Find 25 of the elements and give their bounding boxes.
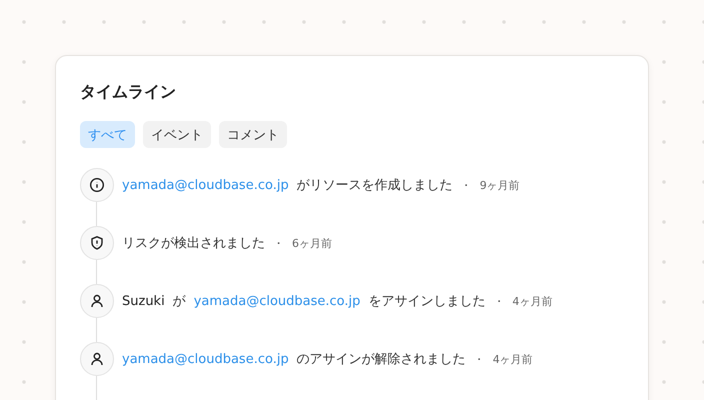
event-time: 9ヶ月前 [480, 178, 520, 192]
card-title: タイムライン [80, 81, 177, 103]
shield-icon [89, 235, 105, 251]
separator: ・ [493, 294, 504, 308]
event-text: のアサインが解除されました [296, 351, 466, 368]
user-link[interactable]: yamada@cloudbase.co.jp [122, 352, 289, 366]
event-text: をアサインしました [368, 293, 486, 310]
separator: ・ [273, 236, 284, 250]
event-text: がリソースを作成しました [296, 177, 453, 194]
info-icon [89, 177, 105, 193]
filter-tab[interactable]: すべて [80, 121, 135, 148]
user-name: Suzuki [122, 294, 165, 308]
filter-tab[interactable]: コメント [219, 121, 287, 148]
user-link[interactable]: yamada@cloudbase.co.jp [194, 294, 360, 308]
event-text: リスクが検出されました [122, 235, 265, 252]
user-icon [89, 293, 105, 309]
filter-tab[interactable]: イベント [143, 121, 211, 148]
user-link[interactable]: yamada@cloudbase.co.jp [122, 178, 289, 192]
user-icon [89, 351, 105, 367]
event-time: 4ヶ月前 [492, 352, 533, 366]
event-text: が [172, 293, 186, 310]
event-time: 4ヶ月前 [512, 294, 552, 308]
event-time: 6ヶ月前 [292, 236, 332, 250]
separator: ・ [474, 352, 485, 366]
separator: ・ [460, 178, 472, 192]
